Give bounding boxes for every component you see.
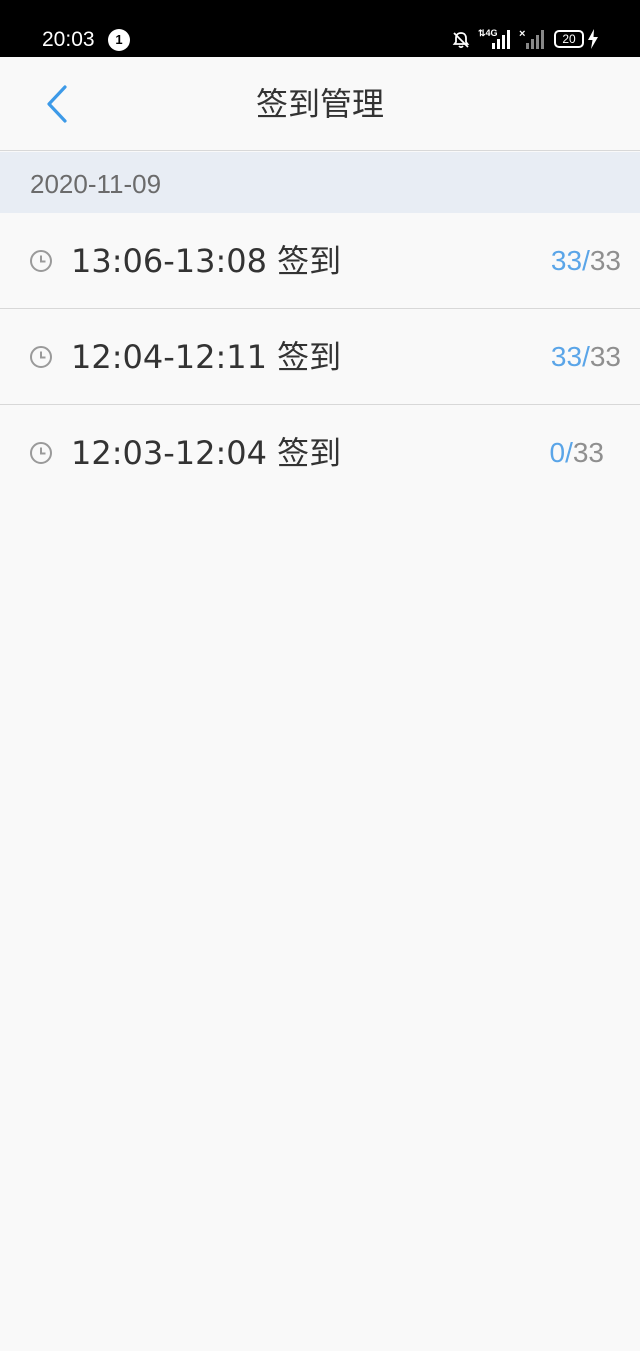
- attendance-count: 33/33: [551, 245, 621, 277]
- present-count: 33: [550, 341, 583, 372]
- count-separator: /: [582, 245, 590, 276]
- page-title: 签到管理: [255, 85, 384, 123]
- svg-text:×: ×: [519, 28, 525, 40]
- total-count: 33: [589, 341, 621, 372]
- attendance-count: 0/33: [549, 437, 604, 469]
- attendance-count: 33/33: [551, 341, 621, 373]
- session-time-range: 12:03-12:04: [71, 434, 267, 472]
- charging-icon: [588, 29, 598, 49]
- count-separator: /: [582, 341, 590, 372]
- svg-text:⇅4G: ⇅4G: [478, 28, 498, 38]
- total-count: 33: [589, 245, 621, 276]
- signal-4g-icon: ⇅4G: [478, 28, 510, 49]
- clock-icon: [30, 442, 52, 464]
- session-title: 13:06-13:08 签到: [71, 243, 341, 279]
- notification-badge: 1: [108, 29, 130, 51]
- status-bar: 20:03 1 ⇅4G × 20: [0, 0, 640, 57]
- count-separator: /: [565, 437, 573, 468]
- battery-level: 20: [562, 32, 576, 46]
- session-title: 12:03-12:04 签到: [71, 435, 341, 471]
- session-label: 签到: [277, 434, 342, 472]
- session-title: 12:04-12:11 签到: [71, 339, 341, 375]
- bell-muted-icon: [452, 32, 470, 49]
- total-count: 33: [572, 437, 604, 468]
- status-time: 20:03: [42, 28, 95, 51]
- list-item[interactable]: 13:06-13:08 签到 33/33: [0, 213, 640, 309]
- present-count: 0: [549, 437, 566, 468]
- nav-bar: 签到管理: [0, 57, 640, 151]
- list-item[interactable]: 12:04-12:11 签到 33/33: [0, 309, 640, 405]
- session-list: 13:06-13:08 签到 33/33 12:04-12:11 签到 33/3…: [0, 213, 640, 501]
- present-count: 33: [550, 245, 583, 276]
- date-group-header: 2020-11-09: [0, 152, 640, 213]
- clock-icon: [30, 346, 52, 368]
- session-label: 签到: [277, 338, 342, 376]
- signal-no-service-icon: ×: [519, 28, 544, 49]
- list-item[interactable]: 12:03-12:04 签到 0/33: [0, 405, 640, 501]
- session-time-range: 12:04-12:11: [71, 338, 267, 376]
- session-label: 签到: [277, 242, 342, 280]
- date-label: 2020-11-09: [30, 169, 162, 199]
- battery-icon: 20: [554, 30, 584, 48]
- clock-icon: [30, 250, 52, 272]
- session-time-range: 13:06-13:08: [71, 242, 267, 280]
